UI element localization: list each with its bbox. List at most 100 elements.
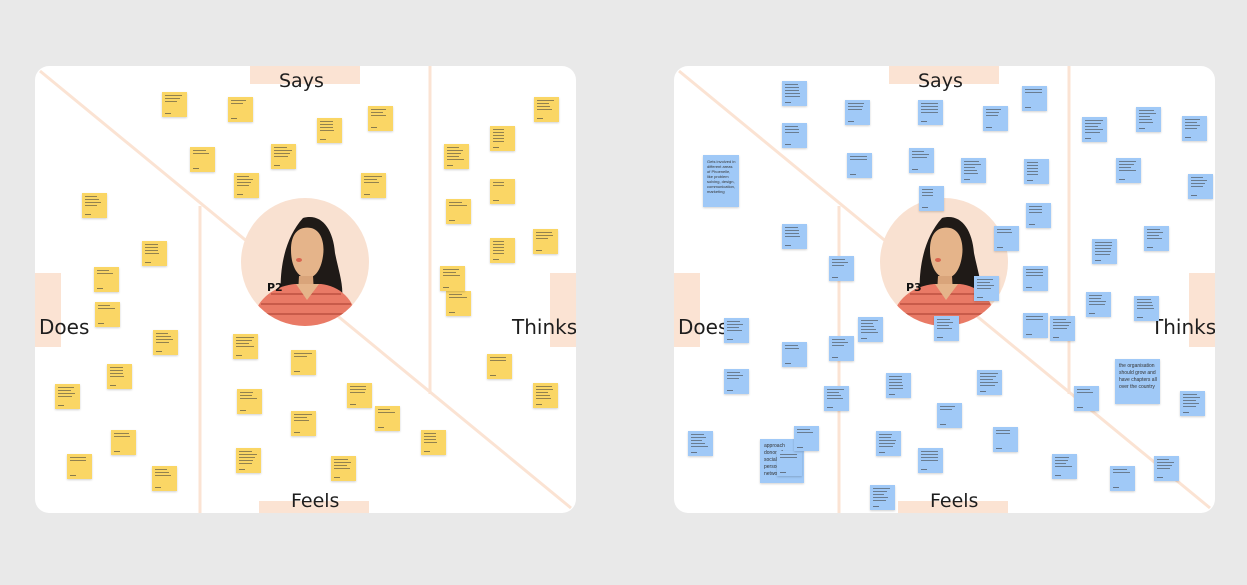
sticky-note[interactable]	[1182, 116, 1207, 141]
sticky-note[interactable]	[724, 369, 749, 394]
sticky-note[interactable]	[870, 485, 895, 510]
sticky-note[interactable]	[1050, 316, 1075, 341]
sticky-note[interactable]	[291, 411, 316, 436]
sticky-note[interactable]	[858, 317, 883, 342]
sticky-note[interactable]	[937, 403, 962, 428]
sticky-note[interactable]	[1086, 292, 1111, 317]
sticky-note[interactable]	[317, 118, 342, 143]
sticky-note[interactable]	[1023, 313, 1048, 338]
sticky-note[interactable]	[794, 426, 819, 451]
sticky-note[interactable]	[934, 316, 959, 341]
sticky-note[interactable]	[983, 106, 1008, 131]
sticky-note[interactable]	[993, 427, 1018, 452]
sticky-note[interactable]	[190, 147, 215, 172]
sticky-note[interactable]	[688, 431, 713, 456]
sticky-note[interactable]	[1022, 86, 1047, 111]
sticky-note[interactable]	[233, 334, 258, 359]
sticky-note[interactable]	[824, 386, 849, 411]
sticky-note[interactable]	[1024, 159, 1049, 184]
sticky-note[interactable]	[440, 266, 465, 291]
sticky-note[interactable]	[777, 451, 802, 476]
note-scribble	[70, 457, 87, 458]
sticky-note[interactable]	[152, 466, 177, 491]
sticky-note[interactable]	[724, 318, 749, 343]
sticky-note[interactable]	[1092, 239, 1117, 264]
sticky-note[interactable]	[490, 126, 515, 151]
sticky-note[interactable]	[845, 100, 870, 125]
sticky-note[interactable]	[1082, 117, 1107, 142]
sticky-note[interactable]	[782, 123, 807, 148]
sticky-note[interactable]	[347, 383, 372, 408]
sticky-note[interactable]	[1026, 203, 1051, 228]
sticky-note[interactable]	[1134, 296, 1159, 321]
sticky-note[interactable]	[234, 173, 259, 198]
sticky-note[interactable]	[533, 383, 558, 408]
sticky-note[interactable]	[1023, 266, 1048, 291]
sticky-note[interactable]	[107, 364, 132, 389]
sticky-note[interactable]	[361, 173, 386, 198]
sticky-note[interactable]	[977, 370, 1002, 395]
sticky-note[interactable]	[876, 431, 901, 456]
sticky-note[interactable]	[446, 291, 471, 316]
sticky-note[interactable]	[368, 106, 393, 131]
sticky-note[interactable]	[847, 153, 872, 178]
sticky-note[interactable]	[331, 456, 356, 481]
sticky-note[interactable]	[490, 179, 515, 204]
sticky-note[interactable]	[994, 226, 1019, 251]
note-scribble	[873, 491, 888, 492]
sticky-note[interactable]	[1144, 226, 1169, 251]
sticky-note[interactable]	[291, 350, 316, 375]
sticky-note[interactable]	[918, 100, 943, 125]
sticky-note[interactable]	[909, 148, 934, 173]
sticky-note[interactable]	[829, 336, 854, 361]
note-scribble	[691, 446, 708, 447]
sticky-note[interactable]	[974, 276, 999, 301]
sticky-note[interactable]	[142, 241, 167, 266]
sticky-note[interactable]	[533, 229, 558, 254]
sticky-note[interactable]	[375, 406, 400, 431]
sticky-note[interactable]	[82, 193, 107, 218]
sticky-note[interactable]	[1116, 158, 1141, 183]
sticky-note[interactable]	[67, 454, 92, 479]
note-scribble	[237, 176, 249, 177]
sticky-note[interactable]	[490, 238, 515, 263]
sticky-note[interactable]	[534, 97, 559, 122]
sticky-note[interactable]	[162, 92, 187, 117]
note-signature	[490, 375, 496, 376]
sticky-note[interactable]: the organisation should grow and have ch…	[1115, 359, 1160, 404]
sticky-note[interactable]	[444, 144, 469, 169]
sticky-note[interactable]	[886, 373, 911, 398]
sticky-note[interactable]	[1136, 107, 1161, 132]
sticky-note[interactable]	[1052, 454, 1077, 479]
sticky-note[interactable]	[95, 302, 120, 327]
sticky-note[interactable]	[961, 158, 986, 183]
sticky-note[interactable]	[237, 389, 262, 414]
sticky-note[interactable]	[1154, 456, 1179, 481]
sticky-note[interactable]	[55, 384, 80, 409]
sticky-note[interactable]	[1110, 466, 1135, 491]
note-signature	[1157, 477, 1163, 478]
sticky-note[interactable]	[829, 256, 854, 281]
sticky-note[interactable]	[487, 354, 512, 379]
sticky-note[interactable]	[94, 267, 119, 292]
note-signature	[1085, 138, 1091, 139]
sticky-note[interactable]	[1074, 386, 1099, 411]
sticky-note[interactable]	[1188, 174, 1213, 199]
sticky-note[interactable]	[446, 199, 471, 224]
sticky-note[interactable]	[271, 144, 296, 169]
sticky-note[interactable]	[228, 97, 253, 122]
sticky-note[interactable]	[782, 81, 807, 106]
sticky-note[interactable]	[1180, 391, 1205, 416]
sticky-note[interactable]	[153, 330, 178, 355]
sticky-note[interactable]	[782, 342, 807, 367]
sticky-note[interactable]: Gets involved in different areas of Phoe…	[703, 155, 739, 207]
sticky-note[interactable]	[782, 224, 807, 249]
sticky-note[interactable]	[111, 430, 136, 455]
note-scribble	[294, 353, 312, 354]
sticky-note[interactable]	[918, 448, 943, 473]
does-label: Does	[39, 315, 90, 339]
sticky-note[interactable]	[236, 448, 261, 473]
sticky-note[interactable]	[421, 430, 446, 455]
note-signature	[1027, 180, 1033, 181]
sticky-note[interactable]	[919, 186, 944, 211]
